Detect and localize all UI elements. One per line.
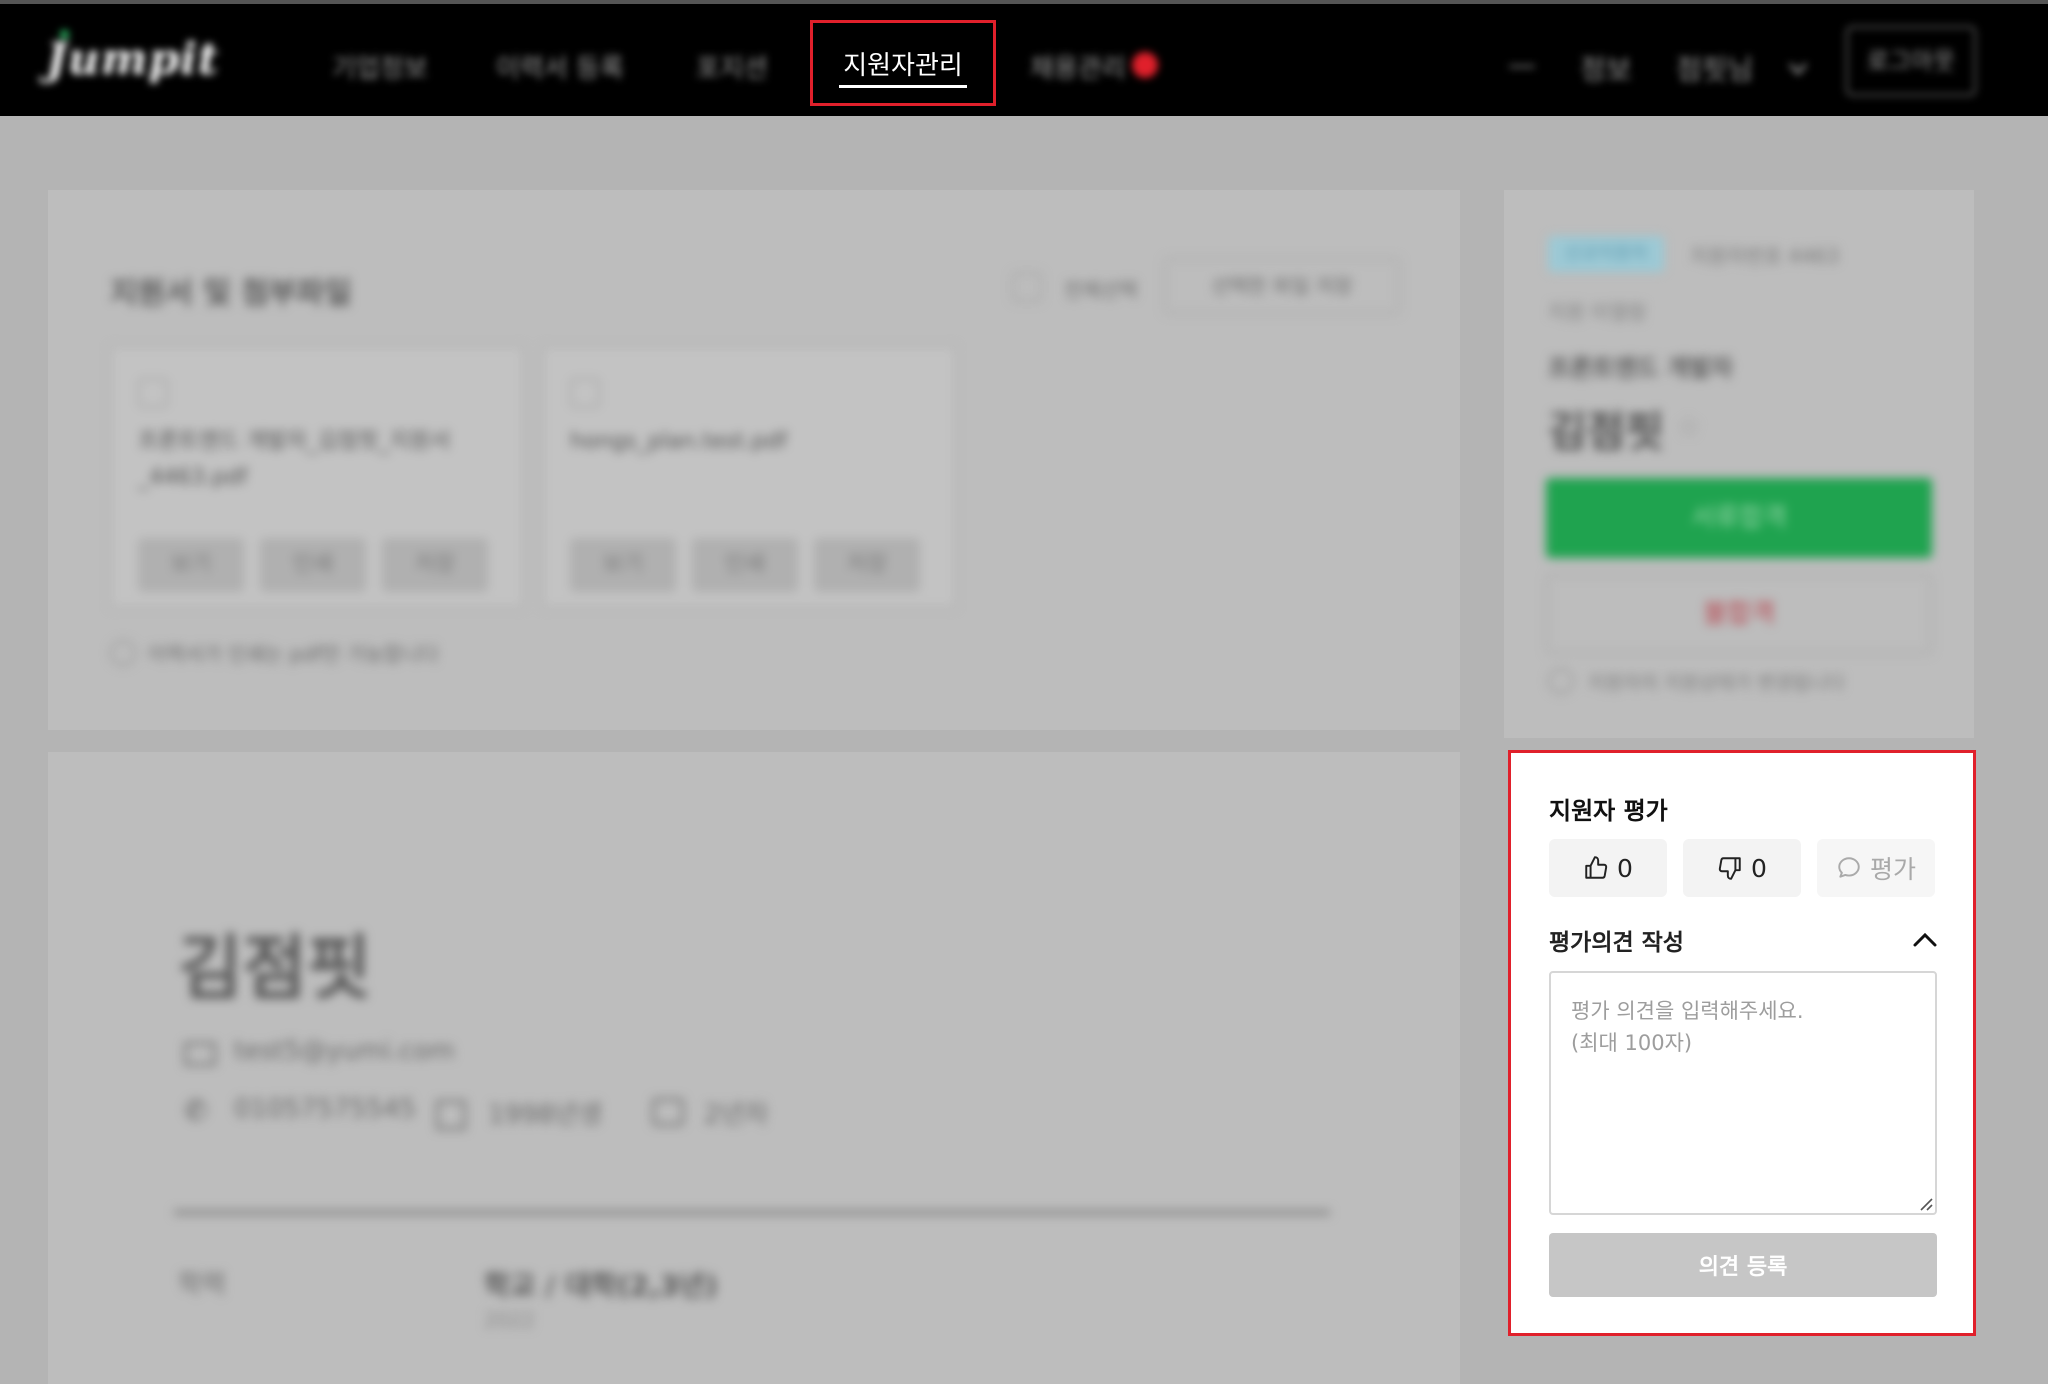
dislike-button[interactable]: 0 [1683, 839, 1801, 897]
applicant-number: 지원자번호 4463 [1690, 244, 1840, 268]
pass-button[interactable]: 서류합격 [1546, 478, 1932, 558]
speech-bubble-icon [1838, 857, 1860, 878]
resize-handle-icon[interactable] [1919, 1197, 1933, 1211]
comment-evaluate-button[interactable]: 평가 [1817, 839, 1935, 897]
like-button[interactable]: 0 [1549, 839, 1667, 897]
evaluation-title: 지원자 평가 [1549, 797, 1668, 825]
position-name: 프론트엔드 개발자 [1548, 354, 1733, 382]
chevron-up-icon[interactable] [1911, 929, 1939, 949]
status-select[interactable]: 지원 미열람 [1548, 296, 1646, 325]
thumbs-up-icon [1585, 856, 1608, 879]
applicant-evaluation-panel: 지원자 평가 0 0 평가 평가의견 작성 의견 등록 [1508, 750, 1976, 1336]
comment-evaluate-label: 평가 [1869, 855, 1916, 884]
like-count: 0 [1617, 853, 1633, 883]
reject-button[interactable]: 불합격 [1546, 574, 1932, 654]
opinion-textarea[interactable] [1549, 971, 1937, 1215]
star-icon[interactable]: ☆ [1676, 410, 1701, 443]
status-note: 지원자의 지원상태가 변경됩니다 [1588, 672, 1845, 694]
new-applicant-badge: 신규지원자 [1548, 236, 1664, 272]
submit-opinion-button[interactable]: 의견 등록 [1549, 1233, 1937, 1297]
applicant-name: 김점핏 [1548, 407, 1664, 456]
dislike-count: 0 [1751, 853, 1767, 883]
applicant-status-card: 신규지원자 지원자번호 4463 지원 미열람 프론트엔드 개발자 김점핏 ☆ … [1504, 190, 1974, 738]
opinion-section-title: 평가의견 작성 [1549, 930, 1684, 956]
info-icon [1548, 668, 1574, 694]
thumbs-down-icon [1718, 857, 1741, 880]
